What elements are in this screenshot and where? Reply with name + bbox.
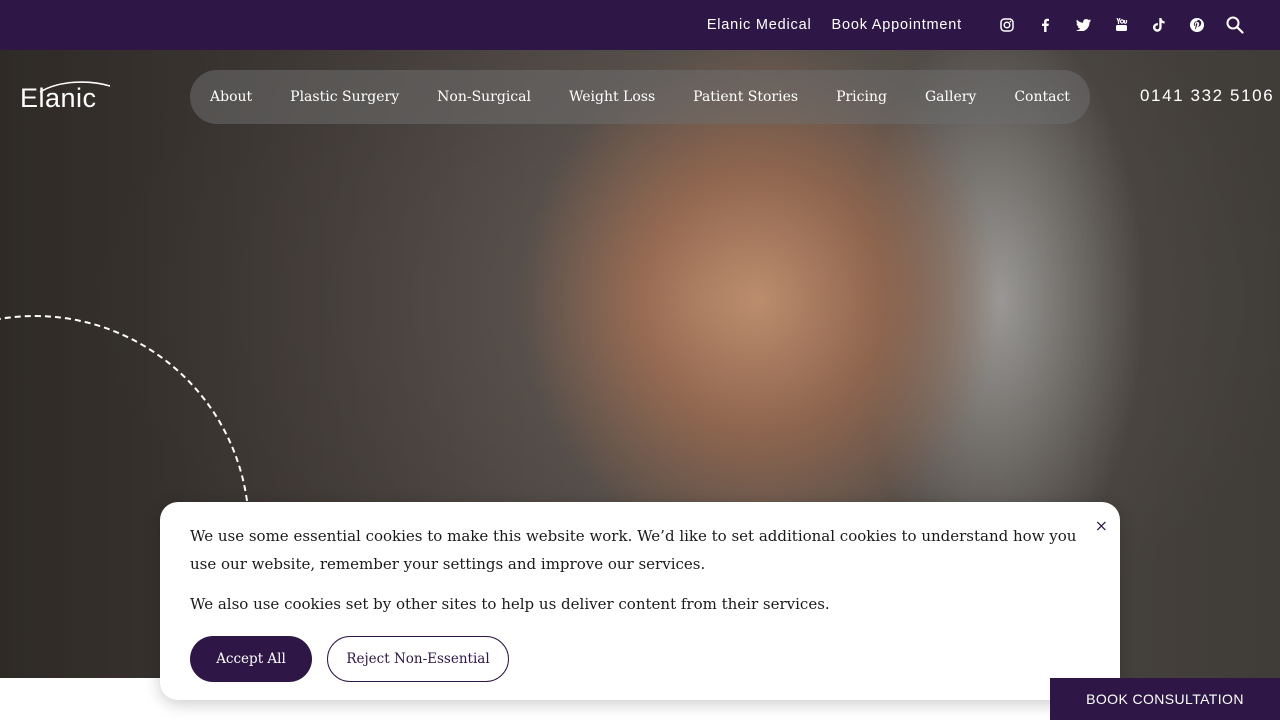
tiktok-icon[interactable] (1140, 13, 1178, 37)
elanic-logo[interactable]: Elanic (20, 80, 112, 114)
cookie-text-essential: We use some essential cookies to make th… (190, 527, 1077, 573)
cookie-text-third-party: We also use cookies set by other sites t… (190, 595, 830, 613)
cookie-banner: × We use some essential cookies to make … (160, 502, 1120, 700)
nav-pricing[interactable]: Pricing (836, 89, 887, 105)
logo-text: Elanic (20, 83, 97, 113)
instagram-icon[interactable] (988, 13, 1026, 37)
elanic-medical-link[interactable]: Elanic Medical (707, 17, 812, 33)
youtube-icon[interactable] (1102, 13, 1140, 37)
main-nav: About Plastic Surgery Non-Surgical Weigh… (190, 70, 1090, 124)
nav-about[interactable]: About (210, 89, 252, 105)
twitter-icon[interactable] (1064, 13, 1102, 37)
pinterest-icon[interactable] (1178, 13, 1216, 37)
reject-non-essential-button[interactable]: Reject Non-Essential (327, 636, 509, 682)
book-consultation-button[interactable]: BOOK CONSULTATION (1050, 678, 1280, 720)
accept-all-button[interactable]: Accept All (190, 636, 312, 682)
cookie-buttons: Accept All Reject Non-Essential (190, 636, 1090, 682)
close-icon[interactable]: × (1095, 516, 1108, 535)
nav-plastic-surgery[interactable]: Plastic Surgery (290, 89, 399, 105)
nav-patient-stories[interactable]: Patient Stories (693, 89, 798, 105)
social-links (988, 13, 1254, 37)
book-appointment-link[interactable]: Book Appointment (832, 17, 963, 33)
top-bar: Elanic Medical Book Appointment (0, 0, 1280, 50)
phone-number-link[interactable]: 0141 332 5106 (1140, 86, 1274, 106)
nav-weight-loss[interactable]: Weight Loss (569, 89, 655, 105)
nav-gallery[interactable]: Gallery (925, 89, 976, 105)
search-icon[interactable] (1216, 13, 1254, 37)
nav-contact[interactable]: Contact (1014, 89, 1070, 105)
facebook-icon[interactable] (1026, 13, 1064, 37)
nav-non-surgical[interactable]: Non-Surgical (437, 89, 531, 105)
